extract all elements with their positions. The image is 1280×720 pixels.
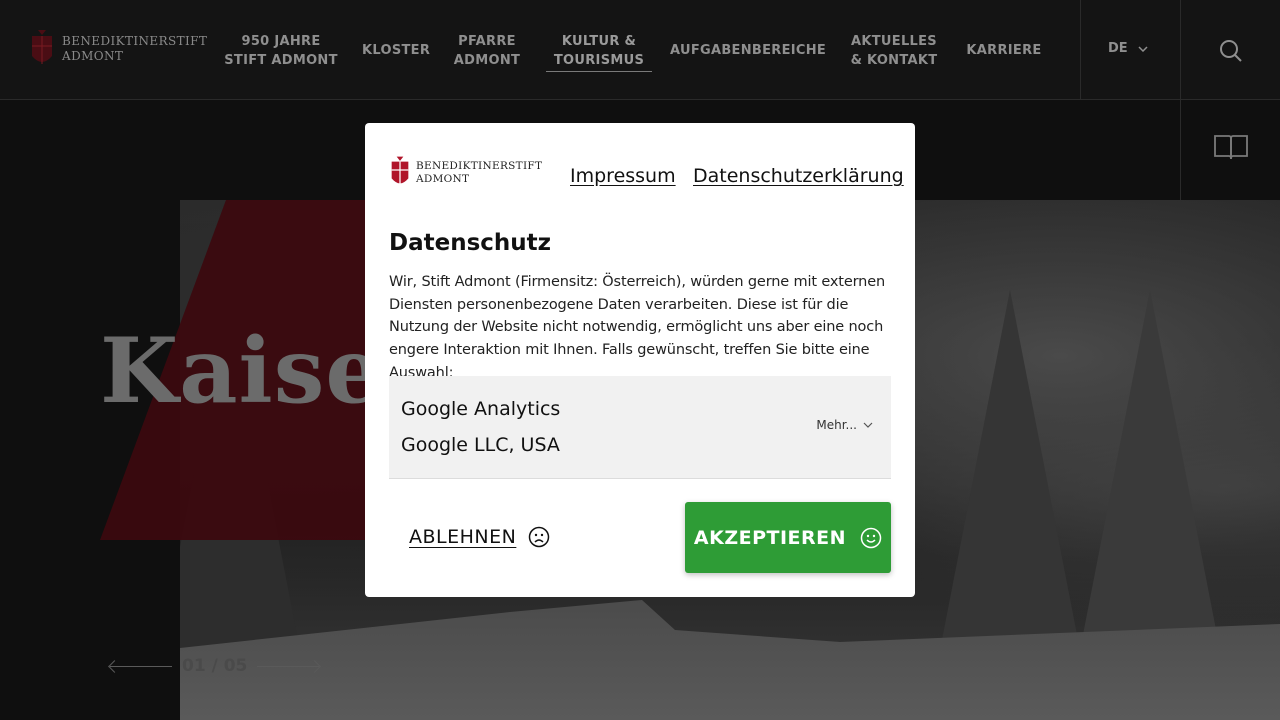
dialog-logo: BENEDIKTINERSTIFT ADMONT <box>390 156 542 189</box>
nav-item-kultur-tourismus[interactable]: KULTUR & TOURISMUS <box>546 32 652 72</box>
nav-item-950-jahre[interactable]: 950 JAHRE STIFT ADMONT <box>220 32 342 70</box>
tree-shape <box>940 290 1080 650</box>
arrow-right-icon[interactable] <box>257 665 320 667</box>
decline-button[interactable]: ABLEHNEN <box>409 526 550 548</box>
sad-face-icon <box>529 526 550 548</box>
smiley-face-icon <box>860 527 882 548</box>
dialog-logo-line1: BENEDIKTINERSTIFT <box>416 159 543 172</box>
logo-line2: ADMONT <box>62 49 124 63</box>
header-divider <box>1080 0 1081 100</box>
tree-shape <box>1080 290 1220 650</box>
service-company: Google LLC, USA <box>401 434 560 456</box>
chevron-down-icon <box>863 422 873 428</box>
privacy-policy-link[interactable]: Datenschutzerklärung <box>693 165 904 187</box>
site-header: BENEDIKTINERSTIFT ADMONT 950 JAHRE STIFT… <box>0 0 1280 100</box>
crest-icon <box>391 156 409 185</box>
nav-item-aufgabenbereiche[interactable]: AUFGABENBEREICHE <box>670 41 826 60</box>
service-name: Google Analytics <box>401 398 561 420</box>
chevron-down-icon <box>1138 45 1148 52</box>
language-selector[interactable]: DE <box>1108 41 1148 56</box>
language-label: DE <box>1108 41 1128 56</box>
nav-item-karriere[interactable]: KARRIERE <box>966 41 1042 60</box>
dialog-title: Datenschutz <box>389 230 552 256</box>
pager-label: 01 / 05 <box>182 656 248 676</box>
service-more-label: Mehr... <box>816 418 857 432</box>
hero-pager: 01 / 05 <box>110 656 320 676</box>
nav-item-kloster[interactable]: KLOSTER <box>362 41 430 60</box>
impressum-link[interactable]: Impressum <box>570 165 676 187</box>
dialog-text: Wir, Stift Admont (Firmensitz: Österreic… <box>389 274 886 381</box>
nav-item-aktuelles-kontakt[interactable]: AKTUELLES & KONTAKT <box>846 32 942 70</box>
logo-line1: BENEDIKTINERSTIFT <box>62 34 208 48</box>
book-icon[interactable] <box>1213 132 1249 162</box>
dialog-logo-line2: ADMONT <box>416 172 470 185</box>
crest-icon <box>32 30 52 64</box>
accept-button[interactable]: AKZEPTIEREN <box>685 502 891 573</box>
nav-item-pfarre[interactable]: PFARRE ADMONT <box>452 32 522 70</box>
side-divider <box>1180 100 1181 200</box>
consent-dialog: BENEDIKTINERSTIFT ADMONT Impressum Daten… <box>365 123 915 597</box>
site-logo[interactable]: BENEDIKTINERSTIFT ADMONT <box>30 30 207 68</box>
header-divider <box>1180 0 1181 100</box>
search-icon[interactable] <box>1218 38 1244 64</box>
service-more-toggle[interactable]: Mehr... <box>816 418 873 432</box>
accept-label: AKZEPTIEREN <box>693 526 847 549</box>
decline-label: ABLEHNEN <box>409 526 517 548</box>
arrow-left-icon[interactable] <box>110 665 172 667</box>
service-item-google-analytics[interactable]: Google Analytics Google LLC, USA Mehr... <box>389 376 891 479</box>
